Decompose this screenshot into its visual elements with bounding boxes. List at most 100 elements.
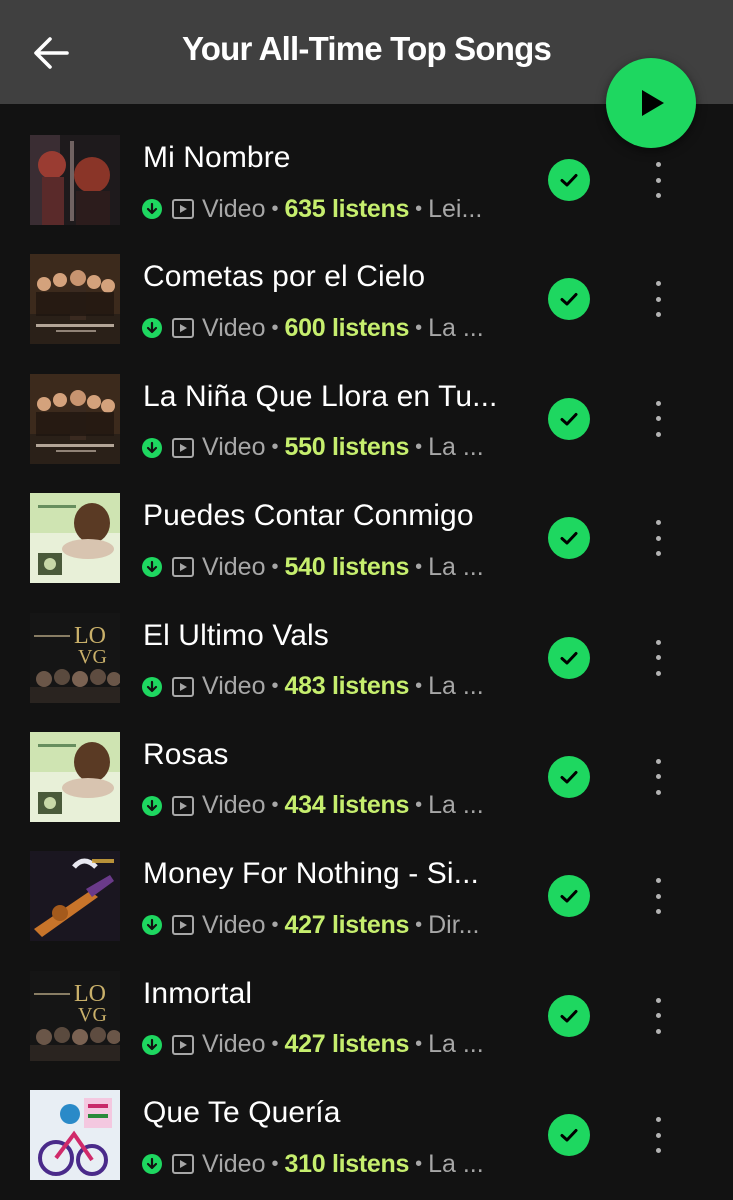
more-options-button[interactable] <box>638 636 678 680</box>
downloaded-icon <box>142 199 162 219</box>
more-options-button[interactable] <box>638 1113 678 1157</box>
added-check-button[interactable] <box>548 397 590 440</box>
dot <box>655 893 661 899</box>
song-title: Inmortal <box>143 976 253 1010</box>
artist-name: La ... <box>428 672 484 701</box>
downloaded-icon <box>142 795 162 816</box>
song-row-9[interactable]: Que Te Quería Video • 310 listens • La .… <box>0 1075 733 1194</box>
dot <box>655 296 661 302</box>
video-icon <box>172 318 194 339</box>
media-type: Video <box>202 1149 266 1178</box>
song-row-7[interactable]: Money For Nothing - Si... Video • 427 li… <box>0 836 733 955</box>
artist-name: La ... <box>428 313 484 342</box>
dot <box>655 193 661 198</box>
check-icon <box>560 532 578 545</box>
song-meta: Video • 635 listens • Lei... <box>142 193 502 225</box>
separator-dot: • <box>415 1033 423 1056</box>
artist-name: La ... <box>428 433 484 462</box>
dot <box>655 909 661 915</box>
album-cover <box>30 135 120 225</box>
dot <box>655 774 661 780</box>
song-title: El Ultimo Vals <box>143 618 329 652</box>
downloaded-icon <box>142 1154 162 1175</box>
separator-dot: • <box>271 913 279 936</box>
dot <box>655 281 661 287</box>
video-icon <box>172 1034 194 1055</box>
dot <box>655 400 661 406</box>
more-options-button[interactable] <box>638 994 678 1038</box>
video-icon <box>172 437 194 458</box>
more-options-button[interactable] <box>638 755 678 799</box>
listen-count: 434 listens <box>284 791 410 820</box>
svg-text:VG: VG <box>78 1004 107 1026</box>
added-check-button[interactable] <box>548 517 590 560</box>
downloaded-icon <box>142 557 162 578</box>
downloaded-icon <box>142 1034 162 1055</box>
dot <box>655 431 661 437</box>
listen-count: 635 listens <box>284 194 410 223</box>
video-icon <box>172 199 194 219</box>
song-row-6[interactable]: Rosas Video • 434 listens • La ... <box>0 717 733 836</box>
dot <box>655 758 661 764</box>
check-icon <box>560 770 578 784</box>
song-list: Mi Nombre Video • 635 listens • Lei... C… <box>0 120 733 1195</box>
downloaded-icon <box>142 915 162 936</box>
song-row-5[interactable]: LO VG El Ultimo Vals Video • 483 listens … <box>0 598 733 717</box>
check-icon <box>560 293 578 306</box>
song-meta: Video • 427 listens • Dir... <box>142 909 502 941</box>
play-button[interactable] <box>606 58 696 148</box>
check-icon <box>560 651 578 665</box>
separator-dot: • <box>271 316 279 339</box>
media-type: Video <box>202 1030 266 1059</box>
added-check-button[interactable] <box>548 994 590 1037</box>
separator-dot: • <box>271 1033 279 1056</box>
song-row-2[interactable]: Cometas por el Cielo Video • 600 listens… <box>0 239 733 358</box>
more-options-button[interactable] <box>638 277 678 321</box>
separator-dot: • <box>415 913 423 936</box>
added-check-button[interactable] <box>548 875 590 918</box>
added-check-button[interactable] <box>548 278 590 321</box>
separator-dot: • <box>271 436 279 459</box>
listen-count: 483 listens <box>284 672 410 701</box>
song-row-8[interactable]: LO VG Inmortal Video • 427 listens • La .… <box>0 956 733 1075</box>
song-meta: Video • 550 listens • La ... <box>142 432 502 464</box>
dot <box>655 520 661 526</box>
song-title: La Niña Que Llora en Tu... <box>143 379 498 413</box>
separator-dot: • <box>415 794 423 817</box>
check-icon <box>560 1009 578 1023</box>
dot <box>655 177 661 183</box>
dot <box>655 416 661 422</box>
song-row-4[interactable]: Puedes Contar Conmigo Video • 540 listen… <box>0 478 733 597</box>
separator-dot: • <box>415 197 423 220</box>
more-options-button[interactable] <box>638 874 678 918</box>
more-options-button[interactable] <box>638 516 678 560</box>
dot <box>655 1148 661 1154</box>
added-check-button[interactable] <box>548 1114 590 1157</box>
media-type: Video <box>202 910 266 939</box>
check-icon <box>560 890 578 903</box>
song-meta: Video • 600 listens • La ... <box>142 312 502 344</box>
album-cover <box>30 254 120 345</box>
listen-count: 427 listens <box>284 1030 410 1059</box>
song-title: Cometas por el Cielo <box>143 260 426 294</box>
separator-dot: • <box>271 794 279 817</box>
song-row-3[interactable]: La Niña Que Llora en Tu... Video • 550 l… <box>0 359 733 478</box>
more-options-button[interactable] <box>638 158 678 202</box>
media-type: Video <box>202 791 266 820</box>
added-check-button[interactable] <box>548 159 590 201</box>
dot <box>655 639 661 645</box>
added-check-button[interactable] <box>548 636 590 679</box>
more-options-button[interactable] <box>638 397 678 441</box>
song-title: Puedes Contar Conmigo <box>143 499 474 533</box>
song-title: Money For Nothing - Si... <box>143 857 479 891</box>
artist-name: La ... <box>428 552 484 581</box>
album-cover <box>30 493 120 584</box>
added-check-button[interactable] <box>548 755 590 798</box>
page-title: Your All-Time Top Songs <box>181 30 552 67</box>
media-type: Video <box>202 433 266 462</box>
dot <box>655 162 661 167</box>
artist-name: La ... <box>428 1149 484 1178</box>
artist-name: Dir... <box>428 910 480 939</box>
separator-dot: • <box>271 197 279 220</box>
dot <box>655 789 661 795</box>
